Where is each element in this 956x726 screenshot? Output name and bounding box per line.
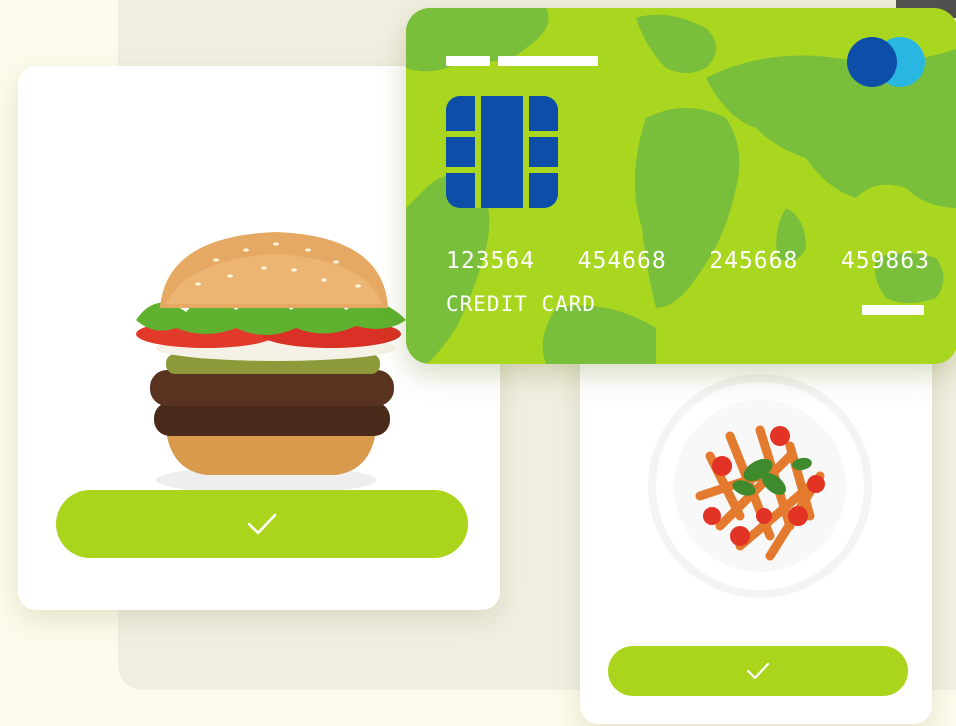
payment-illustration: 123564 454668 245668 459863 CREDIT CARD [0,0,956,726]
credit-card: 123564 454668 245668 459863 CREDIT CARD [406,8,956,364]
card-stripe-long [498,56,598,66]
checkmark-icon [247,513,277,535]
confirm-burger-button[interactable] [56,490,468,558]
card-stripe-bottom [862,305,924,315]
card-stripe-short [446,56,490,66]
card-number-group-2: 454668 [577,248,667,274]
card-number: 123564 454668 245668 459863 [446,248,930,274]
pasta-plate-image [648,374,872,598]
card-number-group-3: 245668 [709,248,799,274]
card-number-group-4: 459863 [840,248,930,274]
confirm-pasta-button[interactable] [608,646,908,696]
card-chip-icon [446,96,558,208]
burger-image [136,232,406,494]
card-type-label: CREDIT CARD [446,292,597,316]
card-number-group-1: 123564 [446,248,536,274]
card-brand-circles-icon [847,37,925,87]
checkmark-icon [746,662,770,680]
